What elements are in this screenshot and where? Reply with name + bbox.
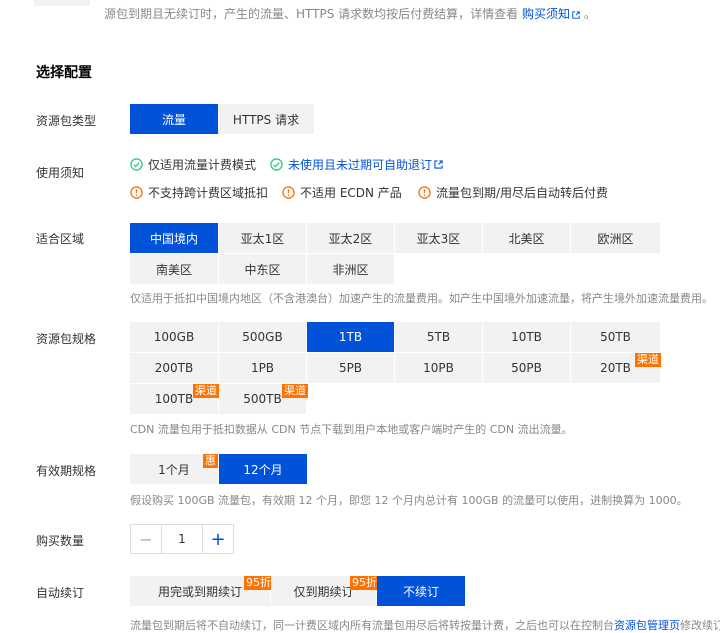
notice-tile [34, 0, 90, 6]
section-title: 选择配置 [36, 65, 92, 81]
purchase-notice: 源包到期且无续订时，产生的流量、HTTPS 请求数均按后付费结算，详情查看 购买… [104, 5, 596, 22]
purchase-notice-bar: 源包到期且无续订时，产生的流量、HTTPS 请求数均按后付费结算，详情查看 购买… [0, 0, 720, 32]
resource-type-option-https[interactable]: HTTPS 请求 [218, 104, 314, 134]
region-option-south-america[interactable]: 南美区 [130, 254, 218, 284]
spec-option-200tb[interactable]: 200TB [130, 353, 218, 383]
region-option-apac2[interactable]: 亚太2区 [307, 223, 394, 253]
region-option-north-america[interactable]: 北美区 [483, 223, 570, 253]
check-circle-icon [270, 158, 283, 171]
region-option-europe[interactable]: 欧洲区 [571, 223, 660, 253]
renewal-option-none[interactable]: 不续订 [377, 576, 465, 606]
usage-note-3: 不支持跨计费区域抵扣 [130, 184, 268, 201]
renewal-hint: 流量包到期后将不自动续订，同一计费区域内所有流量包用尽后将转按量计费，之后也可以… [130, 617, 720, 633]
spec-option-100gb[interactable]: 100GB [130, 322, 218, 352]
discount-badge: 95折 [244, 576, 273, 590]
check-circle-icon [130, 158, 143, 171]
quantity-stepper: − 1 + [130, 524, 234, 554]
usage-note-text: 不适用 ECDN 产品 [300, 186, 402, 200]
usage-note-1: 仅适用流量计费模式 [130, 156, 256, 173]
region-hint: 仅适用于抵扣中国境内地区（不含港澳台）加速产生的流量费用。如产生中国境外加速流量… [130, 292, 713, 305]
notice-period: 。 [583, 7, 596, 21]
external-link-icon [572, 10, 580, 19]
usage-notes-label: 使用须知 [36, 166, 85, 180]
channel-badge: 渠道 [193, 384, 219, 398]
region-option-africa[interactable]: 非洲区 [307, 254, 394, 284]
warning-circle-icon [418, 186, 431, 199]
warning-circle-icon [282, 186, 295, 199]
spec-option-1tb[interactable]: 1TB [307, 322, 394, 352]
resource-type-label: 资源包类型 [36, 114, 97, 128]
purchase-notes-link[interactable]: 购买须知 [522, 7, 570, 21]
usage-note-text: 流量包到期/用尽后自动转后付费 [436, 186, 609, 200]
quantity-label: 购买数量 [36, 534, 85, 548]
channel-badge: 渠道 [635, 353, 661, 367]
notice-text: 源包到期且无续订时，产生的流量、HTTPS 请求数均按后付费结算，详情查看 [104, 7, 519, 21]
quantity-input[interactable]: 1 [162, 525, 202, 553]
renewal-label: 自动续订 [36, 586, 85, 600]
external-link-icon [434, 160, 443, 169]
refund-link[interactable]: 未使用且未过期可自助退订 [288, 156, 432, 173]
discount-badge: 95折 [350, 576, 379, 590]
channel-badge: 渠道 [282, 384, 308, 398]
spec-option-10pb[interactable]: 10PB [395, 353, 482, 383]
spec-option-5tb[interactable]: 5TB [395, 322, 482, 352]
spec-label: 资源包规格 [36, 332, 97, 346]
usage-note-text: 不支持跨计费区域抵扣 [148, 186, 269, 200]
spec-option-1pb[interactable]: 1PB [219, 353, 306, 383]
region-option-apac1[interactable]: 亚太1区 [219, 223, 306, 253]
resource-type-option-traffic[interactable]: 流量 [130, 104, 218, 134]
usage-note-4: 不适用 ECDN 产品 [282, 184, 402, 201]
region-option-middle-east[interactable]: 中东区 [219, 254, 306, 284]
region-label: 适合区域 [36, 232, 85, 246]
usage-note-5: 流量包到期/用尽后自动转后付费 [418, 184, 608, 201]
discount-badge: 惠 [203, 454, 218, 468]
validity-hint: 假设购买 100GB 流量包，有效期 12 个月，即您 12 个月内总计有 10… [130, 494, 688, 507]
usage-note-2[interactable]: 未使用且未过期可自助退订 [270, 156, 443, 173]
spec-option-50pb[interactable]: 50PB [483, 353, 570, 383]
spec-option-5pb[interactable]: 5PB [307, 353, 394, 383]
region-option-mainland[interactable]: 中国境内 [130, 223, 218, 253]
spec-hint: CDN 流量包用于抵扣数据从 CDN 节点下载到用户本地或客户端时产生的 CDN… [130, 423, 573, 436]
usage-note-text: 仅适用流量计费模式 [148, 158, 257, 172]
spec-option-500gb[interactable]: 500GB [219, 322, 306, 352]
decrement-button[interactable]: − [131, 525, 162, 553]
region-option-apac3[interactable]: 亚太3区 [395, 223, 482, 253]
validity-option-12-months[interactable]: 12个月 [219, 454, 307, 484]
spec-option-50tb[interactable]: 50TB [571, 322, 660, 352]
warning-circle-icon [130, 186, 143, 199]
validity-label: 有效期规格 [36, 464, 97, 478]
spec-option-10tb[interactable]: 10TB [483, 322, 570, 352]
increment-button[interactable]: + [202, 525, 233, 553]
